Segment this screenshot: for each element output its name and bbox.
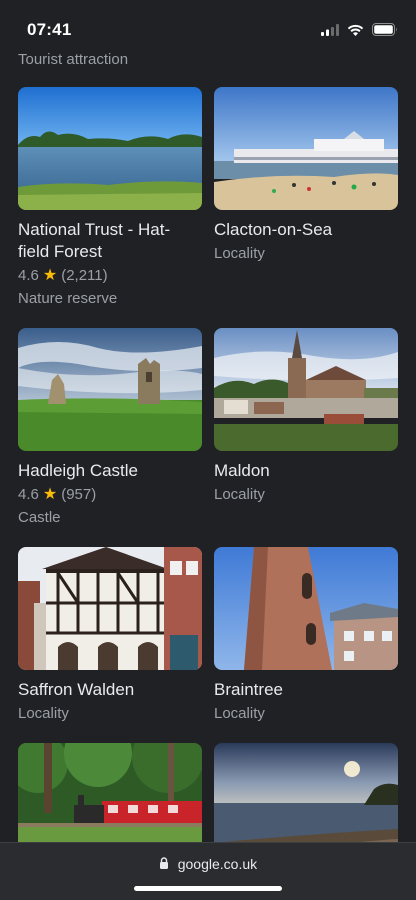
place-type: Locality xyxy=(214,245,265,262)
place-image-church-town[interactable] xyxy=(214,328,398,451)
home-indicator[interactable] xyxy=(134,886,282,891)
url-text[interactable]: google.co.uk xyxy=(178,856,257,872)
place-image-lake[interactable] xyxy=(18,87,202,210)
rating-value: 4.6 xyxy=(18,486,39,503)
status-bar: 07:41 xyxy=(0,0,416,50)
previous-card-subtitle: Tourist attraction xyxy=(18,51,129,68)
wifi-icon xyxy=(347,24,364,36)
battery-icon xyxy=(372,23,397,36)
cellular-signal-icon xyxy=(321,23,339,36)
place-title[interactable]: Hadleigh Castle xyxy=(18,460,202,482)
place-card-saffron-walden[interactable]: Saffron Walden Locality xyxy=(18,547,202,724)
star-icon: ★ xyxy=(42,486,58,503)
address-bar[interactable]: google.co.uk xyxy=(0,856,416,873)
place-title[interactable]: Braintree xyxy=(214,679,398,701)
review-count: (957) xyxy=(61,486,97,503)
rating-value: 4.6 xyxy=(18,267,39,284)
browser-bottom-bar: google.co.uk xyxy=(0,842,416,900)
place-title[interactable]: Clacton-on-Sea xyxy=(214,219,398,241)
place-image-castle-ruins[interactable] xyxy=(18,328,202,451)
place-card-hadleigh-castle[interactable]: Hadleigh Castle 4.6 ★ (957) Castle xyxy=(18,328,202,528)
place-card-clacton[interactable]: Clacton-on-Sea Locality xyxy=(214,87,398,264)
place-title[interactable]: Maldon xyxy=(214,460,398,482)
place-image-tudor-building[interactable] xyxy=(18,547,202,670)
place-type: Locality xyxy=(214,486,265,503)
review-count: (2,211) xyxy=(61,267,108,284)
place-rating: 4.6 ★ (957) xyxy=(18,485,202,505)
place-title[interactable]: Saffron Walden xyxy=(18,679,202,701)
place-type: Locality xyxy=(18,705,69,722)
status-time: 07:41 xyxy=(27,20,72,39)
place-card-hatfield-forest[interactable]: National Trust - Hat- field Forest 4.6 ★… xyxy=(18,87,202,309)
place-type: Nature reserve xyxy=(18,290,118,307)
star-icon: ★ xyxy=(42,267,58,284)
place-image-beach-pier[interactable] xyxy=(214,87,398,210)
place-rating: 4.6 ★ (2,211) xyxy=(18,266,202,286)
place-image-brick-tower[interactable] xyxy=(214,547,398,670)
place-card-braintree[interactable]: Braintree Locality xyxy=(214,547,398,724)
place-title[interactable]: National Trust - Hat- field Forest xyxy=(18,219,202,263)
place-type: Locality xyxy=(214,705,265,722)
lock-icon xyxy=(159,856,169,872)
place-type: Castle xyxy=(18,509,61,526)
status-icons xyxy=(321,23,398,36)
place-card-maldon[interactable]: Maldon Locality xyxy=(214,328,398,505)
